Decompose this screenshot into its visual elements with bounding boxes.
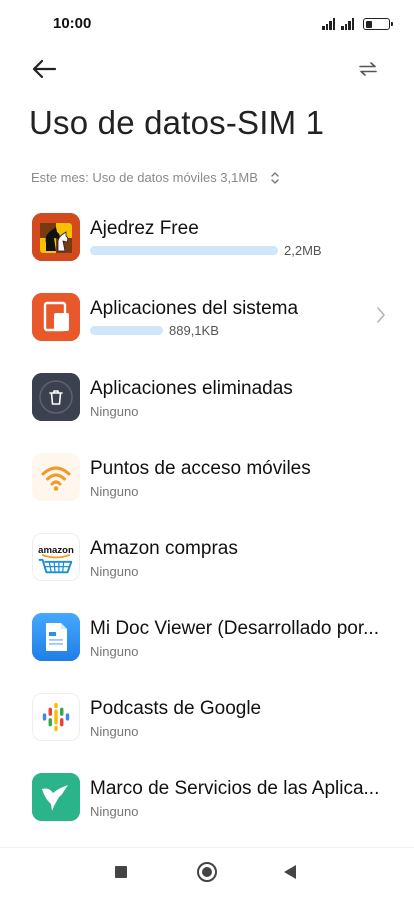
usage-bar [90, 246, 278, 255]
status-time: 10:00 [53, 15, 92, 32]
app-name: Aplicaciones eliminadas [90, 378, 293, 399]
status-bar: 10:00 [0, 0, 414, 46]
signal-icon-2 [341, 18, 354, 30]
app-row-amazon[interactable]: amazon Amazon compras Ninguno [0, 516, 414, 596]
recent-apps-button[interactable] [115, 866, 127, 878]
chess-app-icon [32, 213, 80, 261]
switch-sim-button[interactable] [356, 57, 380, 81]
app-subtitle: Ninguno [90, 724, 139, 739]
doc-viewer-icon [32, 613, 80, 661]
app-subtitle: Ninguno [90, 404, 139, 419]
arrow-left-icon [32, 59, 57, 79]
system-apps-icon [32, 293, 80, 341]
usage-indicator: 889,1KB [90, 323, 219, 338]
battery-icon [363, 18, 393, 30]
navigation-bar [0, 847, 414, 897]
google-podcasts-icon [32, 693, 80, 741]
period-label: Este mes: Uso de datos móviles 3,1MB [31, 170, 258, 185]
usage-bar [90, 326, 163, 335]
period-selector[interactable]: Este mes: Uso de datos móviles 3,1MB [31, 170, 280, 185]
app-row-mi-doc-viewer[interactable]: Mi Doc Viewer (Desarrollado por... Ningu… [0, 596, 414, 676]
swap-arrows-icon [359, 62, 377, 76]
app-name: Marco de Servicios de las Aplica... [90, 778, 380, 799]
wifi-hotspot-icon [32, 453, 80, 501]
app-row-services-framework[interactable]: Marco de Servicios de las Aplica... Ning… [0, 756, 414, 836]
status-icons [322, 16, 393, 30]
app-subtitle: Ninguno [90, 644, 139, 659]
app-name: Aplicaciones del sistema [90, 298, 299, 319]
home-button[interactable] [197, 862, 217, 882]
app-name: Puntos de acceso móviles [90, 458, 311, 479]
app-subtitle: Ninguno [90, 804, 139, 819]
nav-back-button[interactable] [284, 865, 296, 879]
app-subtitle: Ninguno [90, 484, 139, 499]
app-name: Amazon compras [90, 538, 238, 559]
page-title: Uso de datos-SIM 1 [29, 104, 325, 141]
app-name: Podcasts de Google [90, 698, 262, 719]
chevron-right-icon [377, 307, 385, 323]
app-row-hotspot[interactable]: Puntos de acceso móviles Ninguno [0, 436, 414, 516]
app-usage-list: Ajedrez Free 2,2MB Aplicaciones del sist… [0, 196, 414, 836]
chevron-updown-icon [271, 171, 279, 184]
amazon-icon: amazon [32, 533, 80, 581]
trash-icon [32, 373, 80, 421]
app-row-system-apps[interactable]: Aplicaciones del sistema 889,1KB [0, 276, 414, 356]
usage-value: 889,1KB [169, 323, 219, 338]
app-subtitle: Ninguno [90, 564, 139, 579]
usage-indicator: 2,2MB [90, 243, 322, 258]
app-name: Mi Doc Viewer (Desarrollado por... [90, 618, 379, 639]
app-name: Ajedrez Free [90, 218, 199, 239]
hummingbird-icon [32, 773, 80, 821]
usage-value: 2,2MB [284, 243, 322, 258]
app-row-google-podcasts[interactable]: Podcasts de Google Ninguno [0, 676, 414, 756]
signal-icon [322, 18, 335, 30]
app-row-ajedrez[interactable]: Ajedrez Free 2,2MB [0, 196, 414, 276]
back-button[interactable] [28, 55, 60, 83]
app-row-deleted-apps[interactable]: Aplicaciones eliminadas Ninguno [0, 356, 414, 436]
